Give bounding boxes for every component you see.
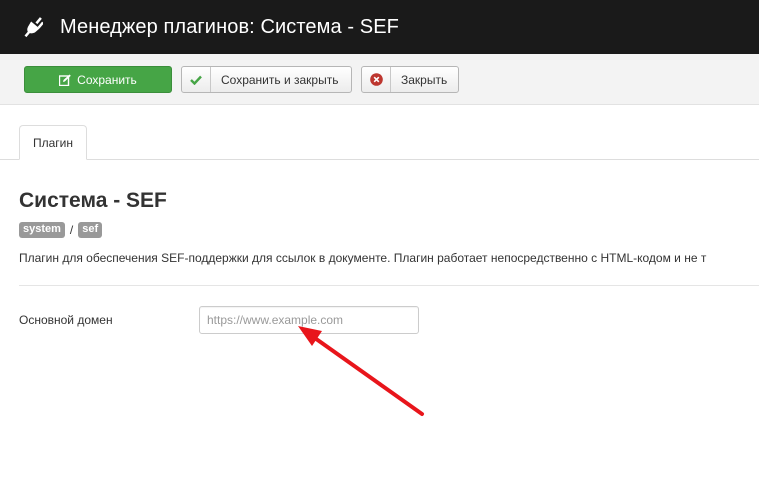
tab-bar: Плагин bbox=[0, 125, 759, 160]
close-label: Закрыть bbox=[401, 72, 448, 87]
edit-icon bbox=[59, 74, 71, 86]
domain-input[interactable] bbox=[199, 306, 419, 334]
save-button-label: Сохранить bbox=[77, 72, 137, 87]
close-button[interactable]: Закрыть bbox=[361, 66, 459, 93]
save-button[interactable]: Сохранить bbox=[24, 66, 172, 93]
plugin-description: Плагин для обеспечения SEF-поддержки для… bbox=[19, 251, 707, 265]
save-and-close-label: Сохранить и закрыть bbox=[221, 72, 339, 87]
check-icon bbox=[182, 67, 211, 92]
domain-label: Основной домен bbox=[19, 313, 113, 327]
toolbar: Сохранить Сохранить и закрыть Закрыть bbox=[0, 54, 759, 105]
plugin-title: Система - SEF bbox=[19, 189, 167, 212]
divider bbox=[19, 285, 759, 286]
tab-plugin[interactable]: Плагин bbox=[19, 125, 88, 160]
element-badge: sef bbox=[78, 222, 103, 238]
close-icon bbox=[362, 67, 391, 92]
tag-separator: / bbox=[69, 223, 74, 237]
plugin-tags: system / sef bbox=[19, 222, 103, 238]
app-header: Менеджер плагинов: Система - SEF bbox=[0, 0, 759, 54]
page-title: Менеджер плагинов: Система - SEF bbox=[60, 15, 400, 38]
folder-badge: system bbox=[19, 222, 65, 238]
plug-icon bbox=[24, 17, 43, 38]
save-and-close-button[interactable]: Сохранить и закрыть bbox=[181, 66, 352, 93]
